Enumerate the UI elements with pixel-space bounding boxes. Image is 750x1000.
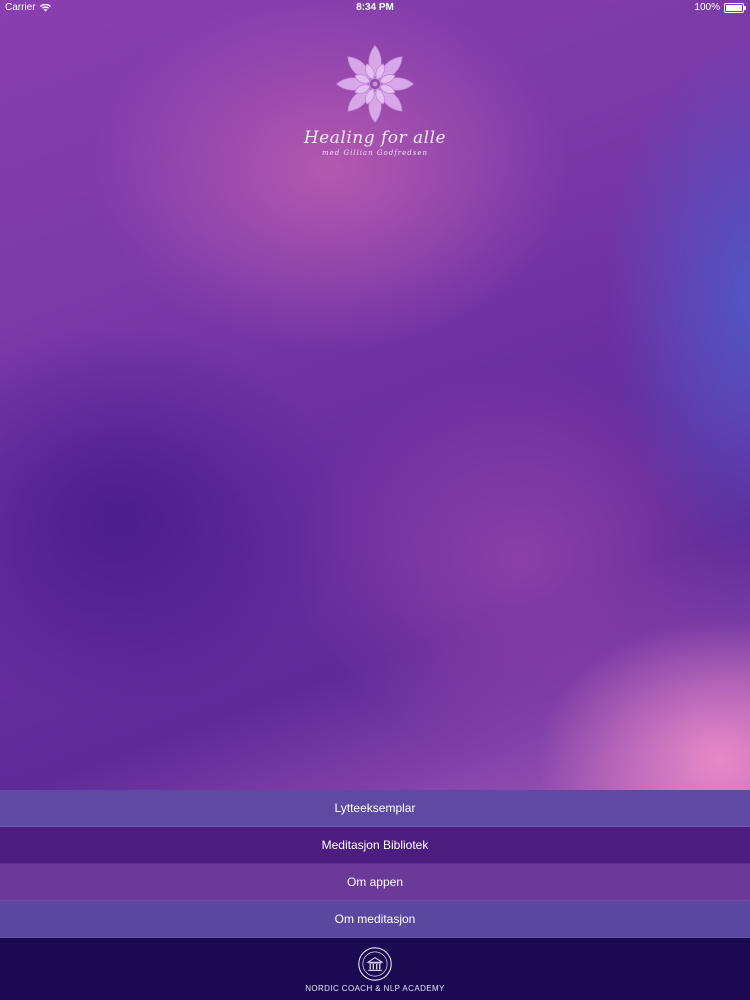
battery-percent: 100% — [694, 2, 720, 13]
status-time: 8:34 PM — [356, 2, 394, 13]
status-right: 100% — [694, 2, 746, 13]
footer: NORDIC COACH & NLP ACADEMY — [0, 938, 750, 1000]
status-bar: Carrier 8:34 PM 100% — [0, 0, 750, 16]
app-subtitle: med Gillian Godfredsen — [321, 149, 429, 157]
menu-item-meditasjon-bibliotek[interactable]: Meditasjon Bibliotek — [0, 827, 750, 864]
lotus-flower-icon — [335, 44, 415, 124]
menu-item-om-meditasjon[interactable]: Om meditasjon — [0, 901, 750, 938]
menu-item-om-appen[interactable]: Om appen — [0, 864, 750, 901]
app-logo: Healing for alle med Gillian Godfredsen — [0, 42, 750, 157]
battery-icon — [724, 2, 746, 13]
app-title: Healing for alle — [303, 128, 447, 148]
battery-fill — [726, 4, 742, 11]
academy-seal-icon — [358, 947, 392, 981]
main-menu: Lytteeksemplar Meditasjon Bibliotek Om a… — [0, 790, 750, 938]
footer-text: NORDIC COACH & NLP ACADEMY — [305, 984, 445, 993]
menu-item-lytteeksemplar[interactable]: Lytteeksemplar — [0, 790, 750, 827]
